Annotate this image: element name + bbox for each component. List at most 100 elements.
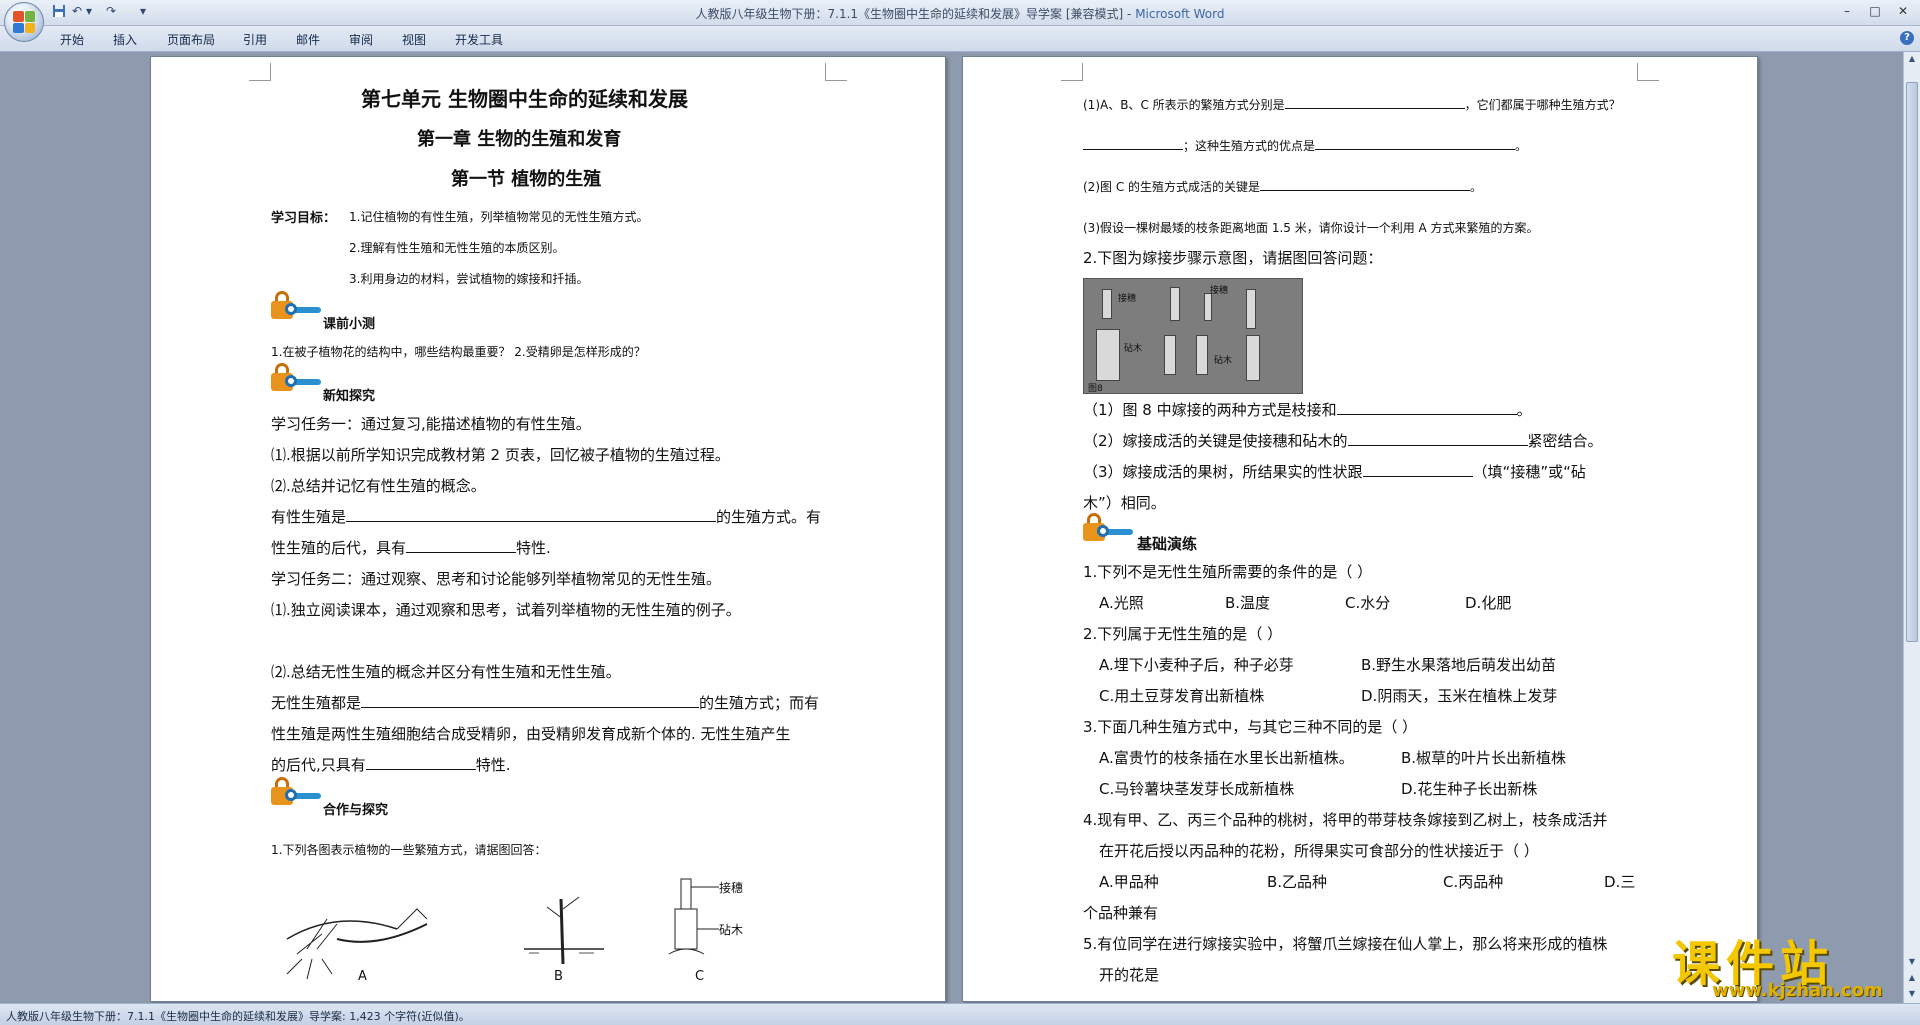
q1-part1-line1: (1)A、B、C 所表示的繁殖方式分别是 ，它们都属于哪种生殖方式？ bbox=[1083, 98, 1621, 112]
asexual-def-line2: 性生殖是两性生殖细胞结合成受精卵，由受精卵发育成新个体的. 无性生殖产生 bbox=[271, 725, 791, 743]
status-bar: 人教版八年级生物下册：7.1.1《生物圈中生命的延续和发展》导学案: 1,423… bbox=[0, 1003, 1920, 1025]
basic-q4-option: C.丙品种 bbox=[1443, 873, 1504, 891]
basic-q3-option: C.马铃薯块茎发芽长成新植株 bbox=[1099, 780, 1295, 798]
close-button[interactable]: ✕ bbox=[1894, 4, 1912, 18]
tab-home[interactable]: 开始 bbox=[60, 31, 84, 48]
task1-step-a: ⑴.根据以前所学知识完成教材第 2 页表，回忆被子植物的生殖过程。 bbox=[271, 446, 730, 464]
coop-question-1: 1.下列各图表示植物的一些繁殖方式，请据图回答： bbox=[271, 843, 547, 857]
q2-part2: （2）嫁接成活的关键是使接穗和砧木的 紧密结合。 bbox=[1083, 432, 1603, 450]
tab-developer[interactable]: 开发工具 bbox=[455, 31, 503, 48]
task1-step-b: ⑵.总结并记忆有性生殖的概念。 bbox=[271, 477, 486, 495]
goal-item: 1.记住植物的有性生殖，列举植物常见的无性生殖方式。 bbox=[349, 210, 649, 224]
figure-c-scion-label: 接穗 bbox=[719, 881, 744, 895]
title-bar: ↶ ▾ ↷ ▾ 人教版八年级生物下册：7.1.1《生物圈中生命的延续和发展》导学… bbox=[0, 0, 1920, 42]
next-page-icon[interactable]: ▼ bbox=[1906, 989, 1918, 1001]
figure-b-cutting bbox=[524, 896, 604, 965]
basic-q1-option: D.化肥 bbox=[1465, 594, 1512, 612]
goals-label: 学习目标： bbox=[271, 211, 337, 226]
task2-heading: 学习任务二：通过观察、思考和讨论能够列举植物常见的无性生殖。 bbox=[271, 570, 722, 588]
goal-item: 2.理解有性生殖和无性生殖的本质区别。 bbox=[349, 241, 565, 255]
ribbon-tabs: 开始 插入 页面布局 引用 邮件 审阅 视图 开发工具 ? bbox=[0, 26, 1920, 52]
figure-label-c: C bbox=[695, 969, 705, 984]
section-heading-pretest: 课前小测 bbox=[323, 317, 376, 332]
site-watermark: 课件站 www.kjzhan.com bbox=[1668, 924, 1904, 1004]
tab-layout[interactable]: 页面布局 bbox=[167, 31, 215, 48]
office-logo-icon bbox=[13, 11, 35, 33]
basic-q1-option: B.温度 bbox=[1225, 594, 1271, 612]
basic-q4-tail: 个品种兼有 bbox=[1083, 904, 1159, 922]
window-title: 人教版八年级生物下册：7.1.1《生物圈中生命的延续和发展》导学案 [兼容模式]… bbox=[695, 7, 1225, 21]
q2-heading: 2.下图为嫁接步骤示意图，请据图回答问题： bbox=[1083, 249, 1383, 267]
maximize-button[interactable]: □ bbox=[1866, 4, 1884, 18]
tab-insert[interactable]: 插入 bbox=[113, 31, 137, 48]
goal-item: 3.利用身边的材料，尝试植物的嫁接和扦插。 bbox=[349, 272, 589, 286]
basic-q4-line2: 在开花后授以丙品种的花粉，所得果实可食部分的性状接近于（ ） bbox=[1099, 842, 1539, 860]
lock-key-icon bbox=[1083, 513, 1135, 543]
office-button[interactable] bbox=[4, 2, 44, 42]
q1-part1-line2: ；这种生殖方式的优点是。 bbox=[1083, 137, 1527, 154]
sexual-def-line2: 性生殖的后代，具有 特性. bbox=[271, 539, 551, 557]
basic-q3-option: B.椒草的叶片长出新植株 bbox=[1401, 749, 1567, 767]
section-heading-basic: 基础演练 bbox=[1137, 535, 1198, 553]
basic-q3: 3.下面几种生殖方式中，与其它三种不同的是（ ） bbox=[1083, 718, 1418, 736]
asexual-def-line1: 无性生殖都是 的生殖方式；而有 bbox=[271, 694, 820, 712]
crop-mark bbox=[1637, 63, 1659, 81]
basic-q4-option: B.乙品种 bbox=[1267, 873, 1328, 891]
task1-heading: 学习任务一：通过复习,能描述植物的有性生殖。 bbox=[271, 415, 591, 433]
q1-part2: (2)图 C 的生殖方式成活的关键是。 bbox=[1083, 180, 1483, 194]
basic-q3-option: A.富贵竹的枝条插在水里长出新植株。 bbox=[1099, 749, 1354, 767]
basic-q4-line1: 4.现有甲、乙、丙三个品种的桃树，将甲的带芽枝条嫁接到乙树上，枝条成活并 bbox=[1083, 811, 1608, 829]
task2-step-a: ⑴.独立阅读课本，通过观察和思考，试着列举植物的无性生殖的例子。 bbox=[271, 601, 741, 619]
tab-review[interactable]: 审阅 bbox=[349, 31, 373, 48]
basic-q3-option: D.花生种子长出新株 bbox=[1401, 780, 1538, 798]
figure-c-stock-label: 砧木 bbox=[719, 923, 744, 937]
watermark-url: www.kjzhan.com bbox=[1712, 980, 1883, 1001]
crop-mark bbox=[249, 63, 271, 81]
section-title: 第一节 植物的生殖 bbox=[451, 169, 602, 190]
basic-q1-option: C.水分 bbox=[1345, 594, 1391, 612]
minimize-button[interactable]: – bbox=[1838, 4, 1856, 18]
pretest-question: 1.在被子植物花的结构中，哪些结构最重要？ 2.受精卵是怎样形成的？ bbox=[271, 345, 646, 359]
lock-key-icon bbox=[271, 363, 323, 393]
section-heading-explore: 新知探究 bbox=[323, 389, 376, 404]
asexual-def-line3: 的后代,只具有 特性. bbox=[271, 756, 511, 774]
scroll-up-icon[interactable]: ▲ bbox=[1906, 54, 1918, 66]
task2-step-b: ⑵.总结无性生殖的概念并区分有性生殖和无性生殖。 bbox=[271, 663, 621, 681]
crop-mark bbox=[825, 63, 847, 81]
help-icon[interactable]: ? bbox=[1900, 31, 1914, 45]
tab-view[interactable]: 视图 bbox=[402, 31, 426, 48]
basic-q2: 2.下列属于无性生殖的是（ ） bbox=[1083, 625, 1283, 643]
document-page-1[interactable]: 第七单元 生物圈中生命的延续和发展 第一章 生物的生殖和发育 第一节 植物的生殖… bbox=[150, 56, 946, 1002]
figure-label-a: A bbox=[358, 969, 367, 984]
figure-label-b: B bbox=[554, 969, 563, 984]
section-heading-coop: 合作与探究 bbox=[323, 803, 389, 818]
basic-q2-option: B.野生水果落地后萌发出幼苗 bbox=[1361, 656, 1557, 674]
basic-q2-option: C.用土豆芽发育出新植株 bbox=[1099, 687, 1265, 705]
basic-q5-line1: 5.有位同学在进行嫁接实验中，将蟹爪兰嫁接在仙人掌上，那么将来形成的植株 bbox=[1083, 935, 1608, 953]
q2-part1: （1）图 8 中嫁接的两种方式是枝接和。 bbox=[1083, 401, 1532, 419]
unit-title: 第七单元 生物圈中生命的延续和发展 bbox=[361, 87, 688, 111]
prev-page-icon[interactable]: ▲ bbox=[1906, 973, 1918, 985]
crop-mark bbox=[1061, 63, 1083, 81]
q2-part3-line2: 木”）相同。 bbox=[1083, 494, 1166, 512]
status-text: 人教版八年级生物下册：7.1.1《生物圈中生命的延续和发展》导学案: 1,423… bbox=[6, 1010, 470, 1023]
basic-q1: 1.下列不是无性生殖所需要的条件的是（ ） bbox=[1083, 563, 1373, 581]
basic-q5-line2: 开的花是 bbox=[1099, 966, 1160, 984]
sexual-def-line1: 有性生殖是 的生殖方式。有 bbox=[271, 508, 822, 526]
grafting-steps-photo: 接穗 接穗 砧木 砧木 图8 bbox=[1083, 278, 1303, 394]
basic-q4-option: D.三 bbox=[1604, 873, 1636, 891]
basic-q1-option: A.光照 bbox=[1099, 594, 1144, 612]
tab-references[interactable]: 引用 bbox=[243, 31, 267, 48]
document-page-2[interactable]: (1)A、B、C 所表示的繁殖方式分别是 ，它们都属于哪种生殖方式？ ；这种生殖方… bbox=[962, 56, 1758, 1002]
basic-q2-option: A.埋下小麦种子后，种子必芽 bbox=[1099, 656, 1294, 674]
scrollbar-thumb[interactable] bbox=[1906, 82, 1918, 642]
lock-key-icon bbox=[271, 291, 323, 321]
basic-q4-option: A.甲品种 bbox=[1099, 873, 1159, 891]
scroll-down-icon[interactable]: ▼ bbox=[1906, 957, 1918, 969]
lock-key-icon bbox=[271, 777, 323, 807]
q1-part3: (3)假设一棵树最矮的枝条距离地面 1.5 米，请你设计一个利用 A 方式来繁殖… bbox=[1083, 221, 1539, 235]
tab-mailings[interactable]: 邮件 bbox=[296, 31, 320, 48]
basic-q2-option: D.阴雨天，玉米在植株上发芽 bbox=[1361, 687, 1558, 705]
q2-part3-line1: （3）嫁接成活的果树，所结果实的性状跟 （填“接穗”或“砧 bbox=[1083, 463, 1586, 481]
vertical-scrollbar[interactable]: ▲ ▼ ▲ ▼ bbox=[1903, 52, 1920, 1003]
